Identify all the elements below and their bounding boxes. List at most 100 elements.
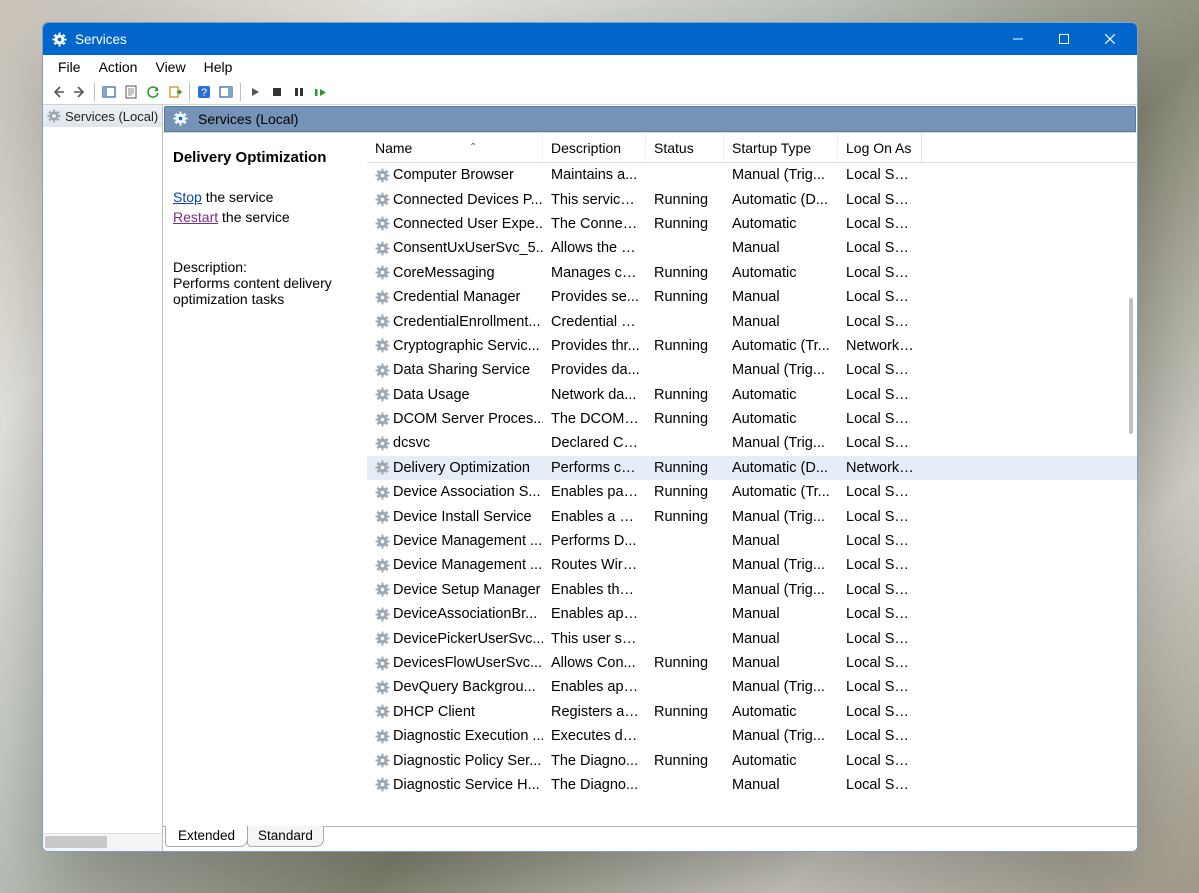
cell-logon: Local Syste... — [838, 533, 922, 549]
cell-logon: Local Syste... — [838, 728, 922, 744]
stop-service-button[interactable] — [266, 81, 288, 103]
main-panel: Services (Local) Delivery Optimization S… — [163, 105, 1137, 851]
cell-name: Diagnostic Service H... — [367, 777, 543, 793]
service-name: Device Install Service — [393, 509, 532, 525]
back-button[interactable] — [47, 81, 69, 103]
tab-standard[interactable]: Standard — [247, 826, 324, 847]
menu-help[interactable]: Help — [195, 55, 242, 78]
forward-button[interactable] — [69, 81, 91, 103]
service-row[interactable]: Connected User Expe...The Connec...Runni… — [367, 212, 1137, 236]
cell-description: Provides da... — [543, 362, 646, 378]
show-hide-action-pane-button[interactable] — [215, 81, 237, 103]
service-row[interactable]: Cryptographic Servic...Provides thr...Ru… — [367, 334, 1137, 358]
menu-file[interactable]: File — [49, 55, 90, 78]
properties-button[interactable] — [120, 81, 142, 103]
service-row[interactable]: Connected Devices P...This service ...Ru… — [367, 187, 1137, 211]
service-row[interactable]: DHCP ClientRegisters an...RunningAutomat… — [367, 700, 1137, 724]
service-row[interactable]: Computer BrowserMaintains a...Manual (Tr… — [367, 163, 1137, 187]
gear-icon — [375, 509, 390, 524]
service-row[interactable]: Data UsageNetwork da...RunningAutomaticL… — [367, 383, 1137, 407]
menu-view[interactable]: View — [146, 55, 194, 78]
column-header-name[interactable]: Name ⌃ — [367, 133, 543, 162]
cell-logon: Local Servi... — [838, 777, 922, 793]
service-row[interactable]: Device Setup ManagerEnables the ...Manua… — [367, 578, 1137, 602]
export-button[interactable] — [164, 81, 186, 103]
window-controls — [995, 23, 1133, 55]
services-rows[interactable]: Computer BrowserMaintains a...Manual (Tr… — [367, 163, 1137, 826]
refresh-button[interactable] — [142, 81, 164, 103]
minimize-button[interactable] — [995, 23, 1041, 55]
cell-status: Running — [646, 338, 724, 354]
cell-description: The Diagno... — [543, 777, 646, 793]
show-hide-tree-button[interactable] — [98, 81, 120, 103]
tree-root-item[interactable]: Services (Local) — [43, 105, 162, 127]
service-row[interactable]: Device Management ...Routes Wire...Manua… — [367, 553, 1137, 577]
panel-header: Services (Local) — [164, 106, 1136, 132]
column-header-startup[interactable]: Startup Type — [724, 133, 838, 162]
service-row[interactable]: Device Install ServiceEnables a co...Run… — [367, 504, 1137, 528]
start-service-button[interactable] — [244, 81, 266, 103]
pause-service-button[interactable] — [288, 81, 310, 103]
service-row[interactable]: dcsvcDeclared Co...Manual (Trig...Local … — [367, 431, 1137, 455]
tree-horizontal-scrollbar[interactable] — [43, 833, 162, 851]
service-row[interactable]: DCOM Server Proces...The DCOML...Running… — [367, 407, 1137, 431]
service-row[interactable]: DeviceAssociationBr...Enables app...Manu… — [367, 602, 1137, 626]
titlebar[interactable]: Services — [43, 23, 1137, 55]
service-name: DCOM Server Proces... — [393, 411, 543, 427]
gear-icon — [47, 109, 61, 123]
cell-startup: Manual — [724, 606, 838, 622]
service-row[interactable]: Device Association S...Enables pair...Ru… — [367, 480, 1137, 504]
service-row[interactable]: Delivery OptimizationPerforms co...Runni… — [367, 456, 1137, 480]
restart-service-link[interactable]: Restart — [173, 209, 218, 225]
services-window: Services File Action View Help ? — [42, 22, 1138, 852]
close-button[interactable] — [1087, 23, 1133, 55]
service-row[interactable]: DevQuery Backgrou...Enables app...Manual… — [367, 675, 1137, 699]
cell-description: Enables the ... — [543, 582, 646, 598]
service-row[interactable]: Credential ManagerProvides se...RunningM… — [367, 285, 1137, 309]
tree-root-label: Services (Local) — [65, 109, 158, 124]
cell-description: The DCOML... — [543, 411, 646, 427]
cell-status: Running — [646, 192, 724, 208]
menu-action[interactable]: Action — [90, 55, 147, 78]
cell-startup: Automatic — [724, 753, 838, 769]
service-row[interactable]: CoreMessagingManages co...RunningAutomat… — [367, 261, 1137, 285]
service-name: Device Setup Manager — [393, 582, 541, 598]
cell-startup: Automatic — [724, 704, 838, 720]
stop-service-link[interactable]: Stop — [173, 189, 202, 205]
cell-logon: Network S... — [838, 338, 922, 354]
cell-startup: Manual — [724, 533, 838, 549]
gear-icon — [375, 241, 390, 256]
service-row[interactable]: Diagnostic Service H...The Diagno...Manu… — [367, 773, 1137, 797]
description-text: Performs content delivery optimization t… — [173, 275, 357, 307]
service-row[interactable]: Diagnostic Policy Ser...The Diagno...Run… — [367, 748, 1137, 772]
service-row[interactable]: Diagnostic Execution ...Executes dia...M… — [367, 724, 1137, 748]
restart-service-button[interactable] — [310, 81, 332, 103]
service-row[interactable]: ConsentUxUserSvc_5...Allows the s...Manu… — [367, 236, 1137, 260]
detail-pane: Delivery Optimization Stop the service R… — [163, 132, 367, 826]
service-row[interactable]: Data Sharing ServiceProvides da...Manual… — [367, 358, 1137, 382]
cell-description: Enables app... — [543, 679, 646, 695]
service-row[interactable]: DevicesFlowUserSvc...Allows Con...Runnin… — [367, 651, 1137, 675]
maximize-button[interactable] — [1041, 23, 1087, 55]
help-button[interactable]: ? — [193, 81, 215, 103]
tab-extended[interactable]: Extended — [165, 826, 248, 847]
gear-icon — [375, 704, 390, 719]
column-header-logon[interactable]: Log On As — [838, 133, 922, 162]
cell-description: This service ... — [543, 192, 646, 208]
gear-icon — [375, 168, 390, 183]
service-row[interactable]: DevicePickerUserSvc...This user se...Man… — [367, 626, 1137, 650]
gear-icon — [375, 729, 390, 744]
service-row[interactable]: Device Management ...Performs D...Manual… — [367, 529, 1137, 553]
service-row[interactable]: CredentialEnrollment...Credential E...Ma… — [367, 309, 1137, 333]
service-name: DevicesFlowUserSvc... — [393, 655, 542, 671]
tree-pane[interactable]: Services (Local) — [43, 105, 163, 851]
column-header-status[interactable]: Status — [646, 133, 724, 162]
vertical-scrollbar[interactable] — [1129, 298, 1133, 434]
menubar: File Action View Help — [43, 55, 1137, 79]
cell-description: Allows the s... — [543, 240, 646, 256]
column-header-description[interactable]: Description — [543, 133, 646, 162]
cell-startup: Manual (Trig... — [724, 728, 838, 744]
cell-status: Running — [646, 265, 724, 281]
cell-name: Diagnostic Policy Ser... — [367, 753, 543, 769]
service-name: DHCP Client — [393, 704, 475, 720]
